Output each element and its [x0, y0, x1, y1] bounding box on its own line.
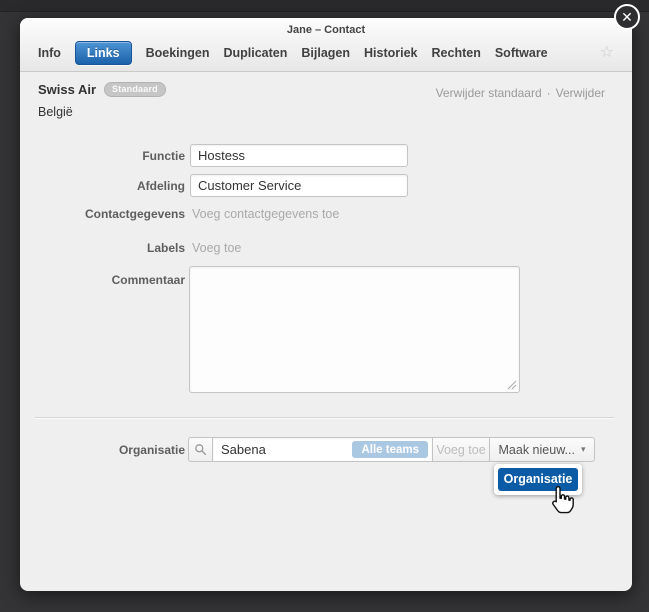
functie-label: Functie	[38, 149, 185, 163]
tab-boekingen[interactable]: Boekingen	[146, 42, 210, 64]
search-icon-segment	[188, 437, 213, 462]
afdeling-input[interactable]	[190, 174, 408, 197]
window-top-strip	[0, 0, 649, 12]
tab-software[interactable]: Software	[495, 42, 548, 64]
remove-actions: Verwijder standaard · Verwijder	[436, 86, 605, 100]
add-contactgegevens-link[interactable]: Voeg contactgegevens toe	[192, 207, 339, 221]
dropdown-item-organisatie[interactable]: Organisatie	[498, 468, 578, 491]
search-icon	[194, 443, 207, 456]
contactgegevens-label: Contactgegevens	[38, 207, 185, 221]
organisatie-search-bar: Alle teams Voeg toe Maak nieuw... ▾	[188, 437, 595, 462]
contact-country: België	[38, 105, 73, 119]
afdeling-label: Afdeling	[38, 179, 185, 193]
organisatie-label: Organisatie	[38, 443, 185, 457]
standard-badge: Standaard	[104, 82, 166, 97]
contact-name-row: Swiss Air Standaard	[38, 82, 166, 97]
modal-header: Jane – Contact Info Links Boekingen Dupl…	[20, 18, 632, 72]
add-labels-link[interactable]: Voeg toe	[192, 241, 241, 255]
remove-link[interactable]: Verwijder	[556, 86, 605, 100]
contact-name: Swiss Air	[38, 82, 96, 97]
tab-duplicaten[interactable]: Duplicaten	[223, 42, 287, 64]
commentaar-label: Commentaar	[38, 273, 185, 287]
tab-historiek[interactable]: Historiek	[364, 42, 418, 64]
remove-standard-link[interactable]: Verwijder standaard	[436, 86, 542, 100]
tab-bar: Info Links Boekingen Duplicaten Bijlagen…	[38, 40, 614, 66]
modal-title: Jane – Contact	[20, 18, 632, 36]
organisatie-search-input[interactable]	[213, 442, 343, 457]
commentaar-textarea[interactable]	[189, 266, 520, 393]
close-icon[interactable]: ✕	[614, 4, 640, 30]
maak-nieuw-dropdown-button[interactable]: Maak nieuw... ▾	[489, 437, 595, 462]
tab-bijlagen[interactable]: Bijlagen	[301, 42, 350, 64]
commentaar-field	[189, 266, 520, 393]
favorite-star-icon[interactable]: ☆	[600, 45, 614, 61]
section-divider	[35, 417, 614, 419]
team-filter-badge[interactable]: Alle teams	[352, 441, 428, 458]
voeg-toe-button[interactable]: Voeg toe	[432, 437, 490, 462]
tab-info[interactable]: Info	[38, 42, 61, 64]
organisatie-search-field: Alle teams	[212, 437, 433, 462]
labels-label: Labels	[38, 241, 185, 255]
maak-nieuw-label: Maak nieuw...	[499, 443, 575, 457]
maak-nieuw-dropdown-menu: Organisatie	[494, 464, 582, 495]
tab-links[interactable]: Links	[75, 41, 132, 65]
tab-rechten[interactable]: Rechten	[432, 42, 481, 64]
chevron-down-icon: ▾	[581, 444, 586, 455]
functie-input[interactable]	[190, 144, 408, 167]
contact-modal: Jane – Contact Info Links Boekingen Dupl…	[20, 18, 632, 591]
dot-separator: ·	[547, 86, 551, 100]
